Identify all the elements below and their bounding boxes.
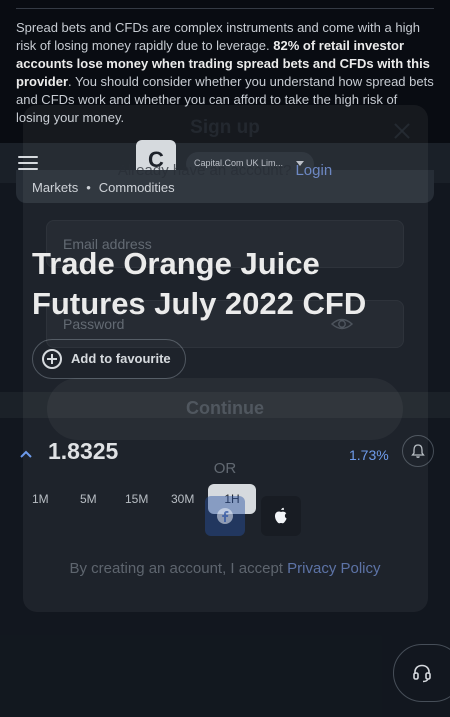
continue-button[interactable]: Continue xyxy=(47,378,403,440)
or-divider: OR xyxy=(213,460,237,477)
email-field[interactable]: Email address xyxy=(46,220,404,268)
apple-signup-button[interactable] xyxy=(261,496,301,536)
close-icon[interactable] xyxy=(393,122,411,140)
facebook-icon xyxy=(217,508,233,524)
apple-icon xyxy=(274,507,287,524)
eye-icon[interactable] xyxy=(330,314,354,334)
have-account-label: Already have an account? xyxy=(117,162,292,179)
signup-title: Sign up xyxy=(190,117,260,138)
facebook-signup-button[interactable] xyxy=(205,496,245,536)
terms-label: By creating an account, I accept xyxy=(69,560,283,577)
have-account-text: Already have an account? Login xyxy=(0,162,450,179)
login-link[interactable]: Login xyxy=(295,162,332,179)
email-placeholder: Email address xyxy=(63,236,152,252)
privacy-policy-link[interactable]: Privacy Policy xyxy=(287,560,380,577)
password-placeholder: Password xyxy=(63,316,125,332)
terms-text: By creating an account, I accept Privacy… xyxy=(0,560,450,577)
